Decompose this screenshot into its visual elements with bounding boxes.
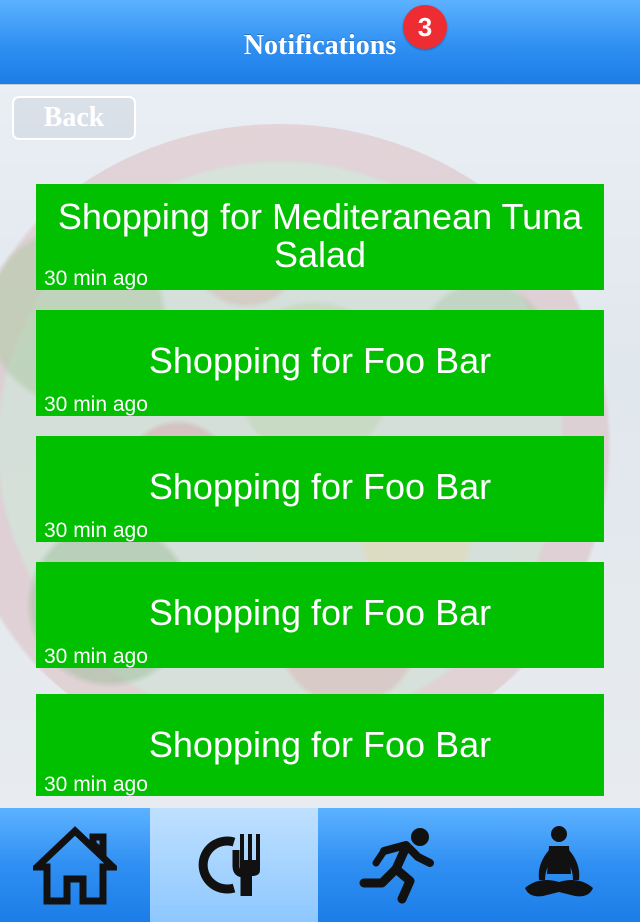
home-icon	[33, 826, 117, 905]
dining-icon	[198, 834, 260, 896]
notification-time: 30 min ago	[44, 393, 148, 416]
notification-item[interactable]: Shopping for Foo Bar 30 min ago	[36, 694, 604, 796]
notification-message: Shopping for Foo Bar	[148, 340, 492, 381]
notification-time: 30 min ago	[44, 773, 148, 796]
notification-message: Shopping for Foo Bar	[148, 592, 492, 633]
tab-bar	[0, 808, 640, 922]
header-bar: Notifications 3	[0, 0, 640, 84]
tab-exercise[interactable]	[318, 808, 478, 922]
notification-time: 30 min ago	[44, 519, 148, 542]
page-title: Notifications	[243, 30, 397, 61]
notification-message: Shopping for Foo Bar	[148, 466, 492, 507]
notification-time: 30 min ago	[44, 267, 148, 290]
notification-item[interactable]: Shopping for Foo Bar 30 min ago	[36, 310, 604, 416]
running-icon	[359, 828, 434, 904]
tab-home[interactable]	[0, 808, 150, 922]
back-button[interactable]: Back	[12, 96, 136, 140]
meditation-icon	[525, 826, 593, 897]
notification-time: 30 min ago	[44, 645, 148, 668]
notification-message: Shopping for Foo Bar	[148, 724, 492, 765]
notification-message: Shopping for Mediteranean Tuna Salad	[57, 196, 583, 275]
notification-item[interactable]: Shopping for Mediteranean Tuna Salad 30 …	[36, 184, 604, 290]
notification-item[interactable]: Shopping for Foo Bar 30 min ago	[36, 562, 604, 668]
tab-meditation[interactable]	[478, 808, 640, 922]
tab-dining[interactable]	[150, 808, 318, 922]
notification-count-badge: 3	[403, 5, 447, 49]
notification-item[interactable]: Shopping for Foo Bar 30 min ago	[36, 436, 604, 542]
